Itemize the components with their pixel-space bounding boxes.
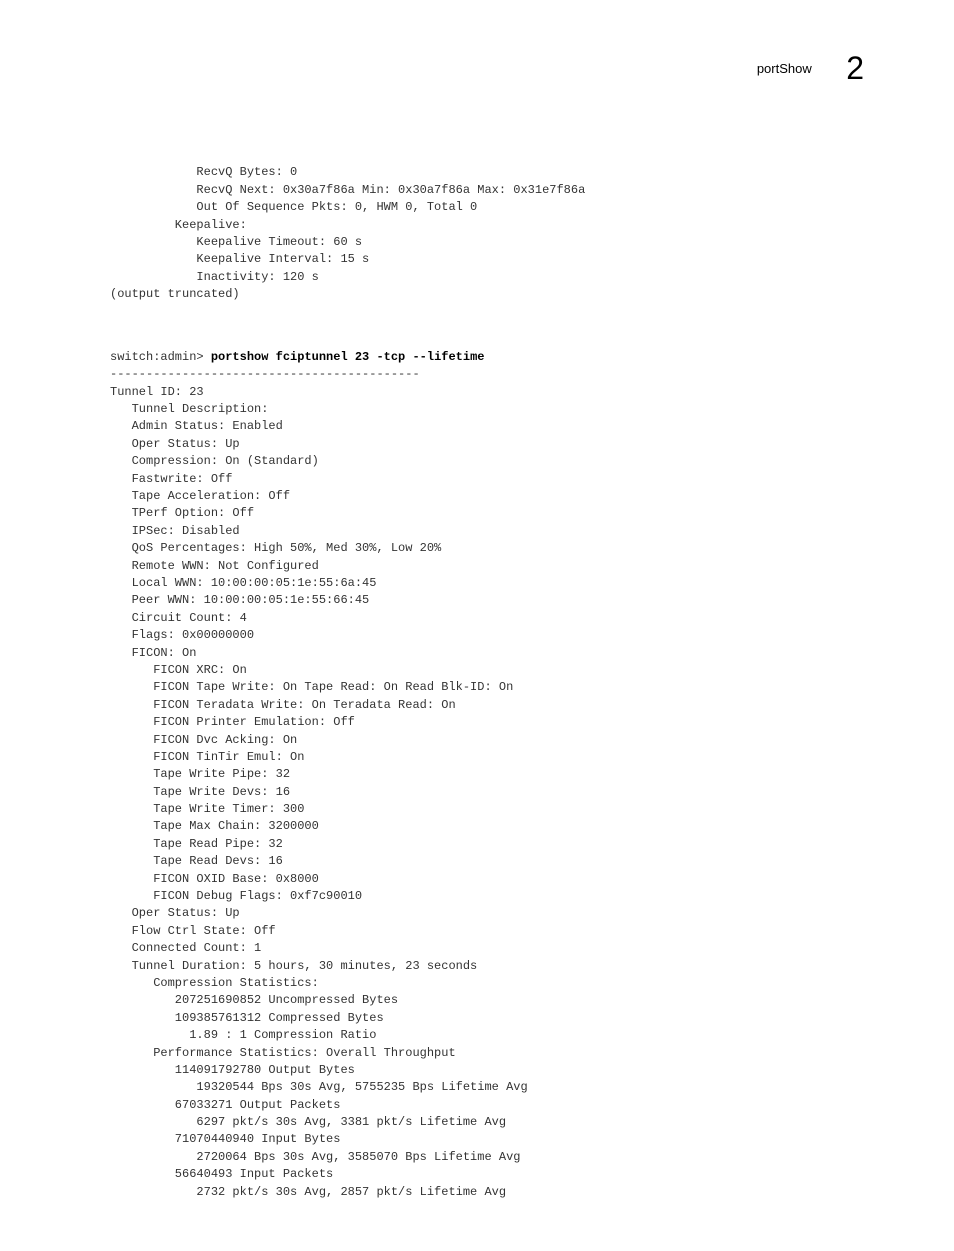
output-line: Tape Write Devs: 16 [110, 785, 290, 799]
output-line: FICON Teradata Write: On Teradata Read: … [110, 698, 456, 712]
output-line: Circuit Count: 4 [110, 611, 247, 625]
output-line: FICON Dvc Acking: On [110, 733, 297, 747]
output-line: Tape Write Pipe: 32 [110, 767, 290, 781]
output-line: FICON Debug Flags: 0xf7c90010 [110, 889, 362, 903]
output-line: Compression: On (Standard) [110, 454, 319, 468]
shell-command: portshow fciptunnel 23 -tcp --lifetime [211, 350, 485, 364]
output-line: QoS Percentages: High 50%, Med 30%, Low … [110, 541, 441, 555]
page-container: portShow 2 RecvQ Bytes: 0 RecvQ Next: 0x… [0, 0, 954, 1251]
output-line: Inactivity: 120 s [110, 270, 319, 284]
output-line: Oper Status: Up [110, 906, 240, 920]
output-line: Admin Status: Enabled [110, 419, 283, 433]
output-line: Keepalive: [110, 218, 247, 232]
output-line: 56640493 Input Packets [110, 1167, 333, 1181]
output-line: FICON Printer Emulation: Off [110, 715, 355, 729]
output-line: Keepalive Interval: 15 s [110, 252, 369, 266]
output-line: FICON: On [110, 646, 196, 660]
output-line: Flags: 0x00000000 [110, 628, 254, 642]
output-line: Flow Ctrl State: Off [110, 924, 276, 938]
output-line: 6297 pkt/s 30s Avg, 3381 pkt/s Lifetime … [110, 1115, 506, 1129]
output-line: 2720064 Bps 30s Avg, 3585070 Bps Lifetim… [110, 1150, 520, 1164]
output-line: FICON XRC: On [110, 663, 247, 677]
output-line: Out Of Sequence Pkts: 0, HWM 0, Total 0 [110, 200, 477, 214]
output-line: (output truncated) [110, 287, 240, 301]
output-line: IPSec: Disabled [110, 524, 240, 538]
output-line: 67033271 Output Packets [110, 1098, 340, 1112]
shell-prompt: switch:admin> [110, 350, 211, 364]
output-line: Remote WWN: Not Configured [110, 559, 319, 573]
terminal-block-1: RecvQ Bytes: 0 RecvQ Next: 0x30a7f86a Mi… [110, 147, 874, 304]
output-line: Oper Status: Up [110, 437, 240, 451]
output-line: 114091792780 Output Bytes [110, 1063, 355, 1077]
output-line: Tape Max Chain: 3200000 [110, 819, 319, 833]
output-line: Performance Statistics: Overall Throughp… [110, 1046, 456, 1060]
output-line: Local WWN: 10:00:00:05:1e:55:6a:45 [110, 576, 376, 590]
output-line: Tunnel Duration: 5 hours, 30 minutes, 23… [110, 959, 477, 973]
output-line: Tunnel Description: [110, 402, 268, 416]
output-line: 2732 pkt/s 30s Avg, 2857 pkt/s Lifetime … [110, 1185, 506, 1199]
header-title: portShow [757, 61, 812, 76]
output-line: 19320544 Bps 30s Avg, 5755235 Bps Lifeti… [110, 1080, 528, 1094]
output-line: 109385761312 Compressed Bytes [110, 1011, 384, 1025]
output-line: 71070440940 Input Bytes [110, 1132, 340, 1146]
page-header: portShow 2 [80, 50, 874, 87]
output-line: Tape Read Devs: 16 [110, 854, 283, 868]
output-line: Fastwrite: Off [110, 472, 232, 486]
header-chapter: 2 [846, 50, 864, 87]
output-line: Tape Write Timer: 300 [110, 802, 304, 816]
output-line: Connected Count: 1 [110, 941, 261, 955]
output-line: Compression Statistics: [110, 976, 319, 990]
output-line: FICON TinTir Emul: On [110, 750, 304, 764]
output-line: RecvQ Bytes: 0 [110, 165, 297, 179]
output-line: FICON Tape Write: On Tape Read: On Read … [110, 680, 513, 694]
output-line: Peer WWN: 10:00:00:05:1e:55:66:45 [110, 593, 369, 607]
output-line: 207251690852 Uncompressed Bytes [110, 993, 398, 1007]
output-line: RecvQ Next: 0x30a7f86a Min: 0x30a7f86a M… [110, 183, 585, 197]
output-line: Keepalive Timeout: 60 s [110, 235, 362, 249]
command-line: switch:admin> portshow fciptunnel 23 -tc… [110, 350, 484, 364]
terminal-block-2: switch:admin> portshow fciptunnel 23 -tc… [110, 332, 874, 1202]
output-line: 1.89 : 1 Compression Ratio [110, 1028, 376, 1042]
output-line: TPerf Option: Off [110, 506, 254, 520]
output-line: Tape Read Pipe: 32 [110, 837, 283, 851]
output-line: Tunnel ID: 23 [110, 385, 204, 399]
output-line: ----------------------------------------… [110, 367, 420, 381]
output-line: FICON OXID Base: 0x8000 [110, 872, 319, 886]
output-line: Tape Acceleration: Off [110, 489, 290, 503]
